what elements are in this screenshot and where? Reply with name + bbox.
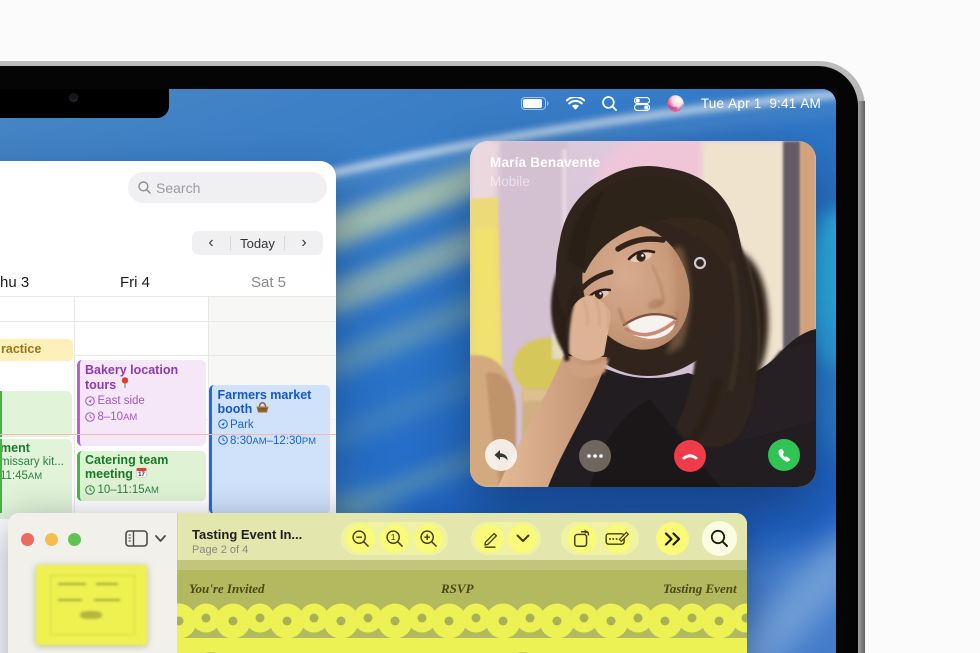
svg-text:1: 1: [391, 532, 396, 542]
svg-text:RSVP: RSVP: [440, 581, 475, 596]
svg-text:Tasting Event: Tasting Event: [663, 581, 737, 596]
svg-text:17: 17: [139, 472, 146, 478]
svg-text:You're Invited: You're Invited: [189, 581, 265, 596]
